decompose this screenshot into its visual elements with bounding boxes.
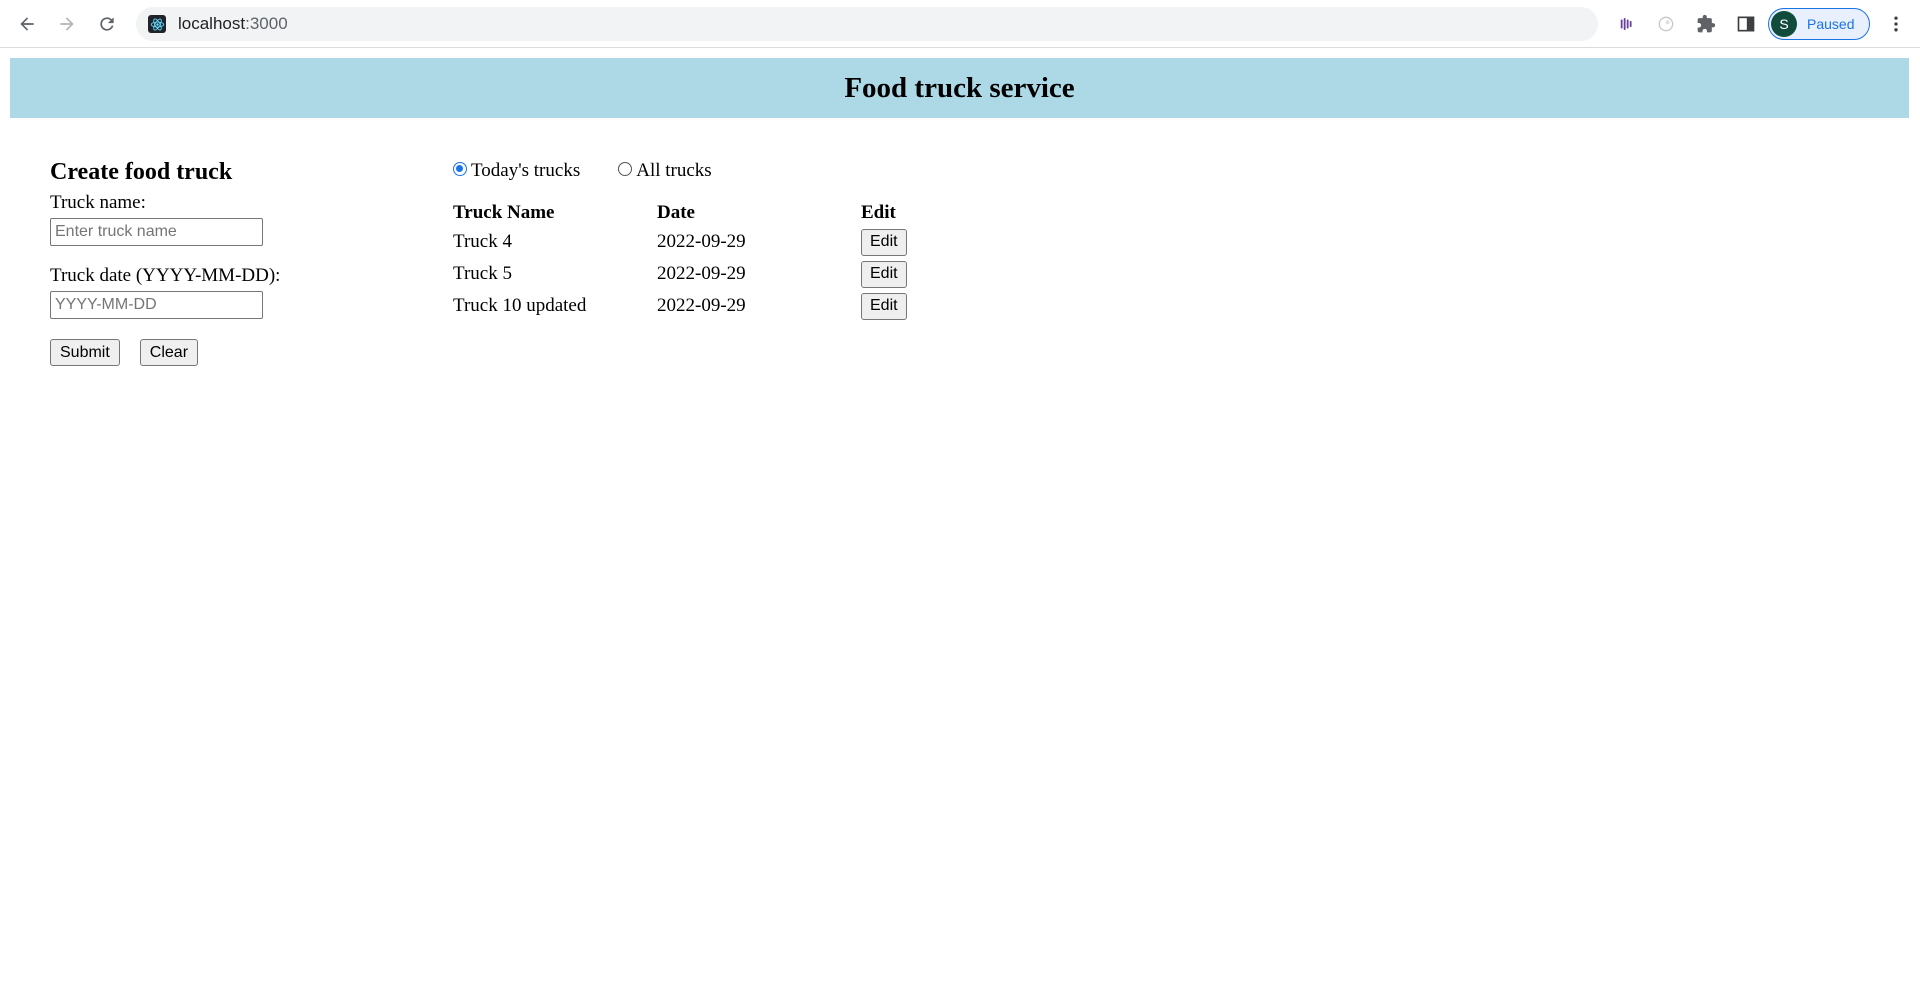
header-truck-name: Truck Name [453,202,555,223]
edit-button[interactable]: Edit [861,228,907,256]
reload-button[interactable] [91,8,123,40]
radio-unchecked-icon[interactable] [618,162,633,176]
truck-name-cell: Truck 5 [453,263,512,284]
header-edit: Edit [861,202,896,223]
page-title: Food truck service [844,71,1075,104]
edit-button[interactable]: Edit [861,260,907,288]
truck-list-panel: Today's trucks All trucks Truck Name Dat… [453,158,921,322]
table-row: Truck 5 2022-09-29 Edit [453,258,921,290]
url-port: :3000 [245,14,288,33]
radio-label: All trucks [636,160,712,181]
table-header-row: Truck Name Date Edit [453,200,921,226]
side-panel-icon[interactable] [1732,10,1760,38]
trucks-table: Truck Name Date Edit Truck 4 2022-09-29 … [453,200,921,322]
kebab-menu-icon [1894,16,1898,32]
truck-date-input[interactable] [50,291,263,319]
browser-toolbar: localhost:3000 S Paused [0,0,1920,48]
submit-button[interactable]: Submit [50,339,120,366]
radio-todays-trucks[interactable]: Today's trucks [453,160,580,182]
extension-bars-icon[interactable] [1612,10,1640,38]
edit-button[interactable]: Edit [861,292,907,320]
edit-cell: Edit [861,258,921,290]
truck-date-cell: 2022-09-29 [657,263,746,284]
radio-label: Today's trucks [471,160,581,181]
table-row: Truck 4 2022-09-29 Edit [453,226,921,258]
arrow-right-icon [60,17,74,31]
truck-name-cell: Truck 4 [453,231,512,252]
more-menu-button[interactable] [1882,10,1910,38]
react-icon [148,15,166,33]
extension-circle-icon[interactable] [1652,10,1680,38]
page-banner: Food truck service [10,58,1909,118]
address-bar[interactable]: localhost:3000 [136,7,1598,41]
profile-button[interactable]: S Paused [1768,8,1870,40]
truck-date-cell: 2022-09-29 [657,295,746,316]
url-host: localhost [178,14,246,33]
arrow-left-icon [20,17,34,31]
back-button[interactable] [11,8,43,40]
truck-name-cell: Truck 10 updated [453,295,587,316]
form-buttons: Submit Clear [50,339,390,366]
avatar: S [1771,11,1797,37]
truck-name-label: Truck name: [50,192,146,213]
create-heading: Create food truck [50,159,233,185]
truck-date-cell: 2022-09-29 [657,231,746,252]
edit-cell: Edit [861,226,921,258]
reload-icon [100,17,114,31]
radio-all-trucks[interactable]: All trucks [618,160,712,182]
clear-button[interactable]: Clear [139,339,199,366]
create-truck-form: Create food truck Truck name: Truck date… [50,155,390,366]
radio-checked-icon[interactable] [453,162,467,176]
url-text: localhost:3000 [178,14,288,34]
filter-radio-group: Today's trucks All trucks [453,158,921,184]
edit-cell: Edit [861,290,921,322]
table-row: Truck 10 updated 2022-09-29 Edit [453,290,921,322]
profile-status: Paused [1807,16,1855,32]
puzzle-icon[interactable] [1692,10,1720,38]
forward-button[interactable] [51,8,83,40]
truck-date-label: Truck date (YYYY-MM-DD): [50,265,281,286]
header-date: Date [657,202,695,223]
truck-name-input[interactable] [50,218,263,246]
